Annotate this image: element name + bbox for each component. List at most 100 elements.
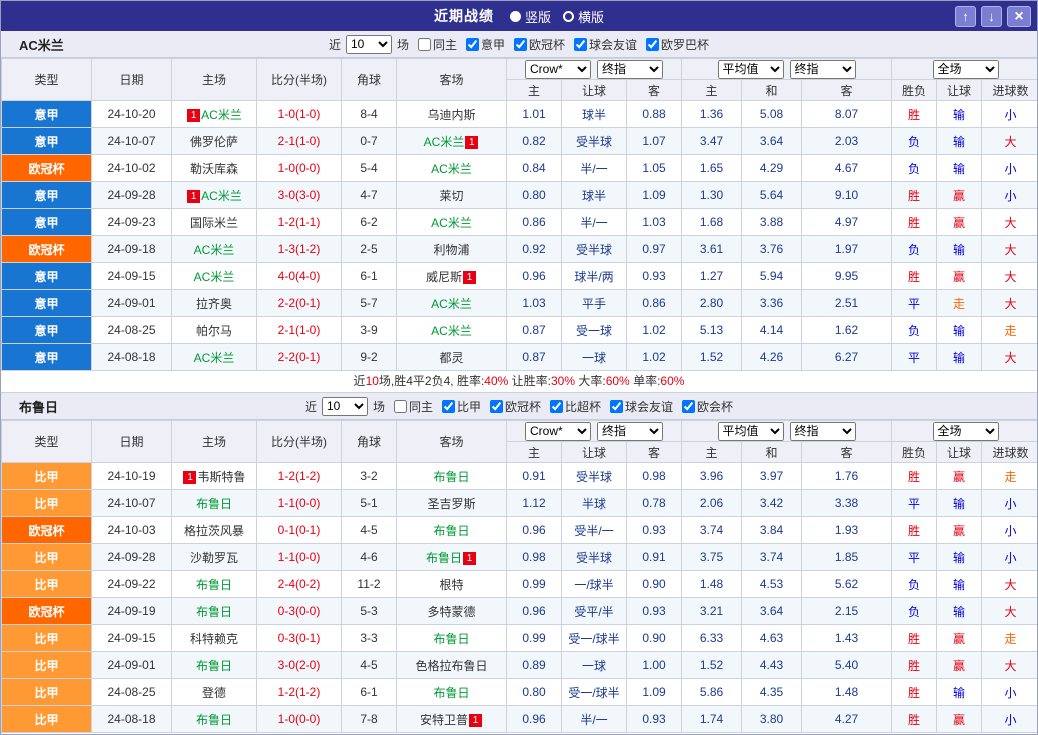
result-handicap-cell: 输 (937, 101, 982, 128)
odds-away-cell: 1.07 (627, 128, 682, 155)
type-cell: 意甲 (2, 263, 92, 290)
filter-checkbox[interactable]: 欧罗巴杯 (646, 36, 709, 53)
checkbox-input[interactable] (394, 400, 407, 413)
filter-near-label: 近 (329, 36, 341, 53)
summary-segment: 让胜率: (508, 374, 551, 388)
scope-select[interactable]: 全场 (933, 422, 999, 441)
corners-cell: 4-7 (342, 182, 397, 209)
filter-checkbox[interactable]: 同主 (418, 36, 457, 53)
checkbox-input[interactable] (418, 38, 431, 51)
corners-cell: 2-5 (342, 236, 397, 263)
team-label: 布鲁日 (196, 659, 232, 673)
result-outcome-cell: 负 (892, 571, 937, 598)
move-up-button[interactable]: ↑ (955, 6, 976, 27)
avg-home-cell: 1.27 (682, 263, 742, 290)
filter-checkbox[interactable]: 比超杯 (550, 398, 601, 415)
select-group-header: Crow* 终指 (507, 59, 682, 80)
checkbox-input[interactable] (610, 400, 623, 413)
odds-away-cell: 0.90 (627, 625, 682, 652)
checkbox-input[interactable] (490, 400, 503, 413)
odds-away-cell: 1.09 (627, 679, 682, 706)
view-option-horizontal[interactable]: 横版 (563, 7, 604, 26)
avg-away-cell: 2.15 (802, 598, 892, 625)
odds-home-cell: 0.98 (507, 544, 562, 571)
filter-checkbox[interactable]: 欧冠杯 (490, 398, 541, 415)
odds-handicap-cell: 一/球半 (562, 571, 627, 598)
score-cell: 1-0(0-0) (257, 706, 342, 733)
filter-checkbox[interactable]: 球会友谊 (610, 398, 673, 415)
date-cell: 24-10-03 (92, 517, 172, 544)
home-team-cell: 帕尔马 (172, 317, 257, 344)
odds-handicap-cell: 受半球 (562, 463, 627, 490)
away-team-cell: AC米兰 (397, 290, 507, 317)
odds-handicap-cell: 半球 (562, 490, 627, 517)
filter-near-label: 近 (305, 398, 317, 415)
match-row: 意甲24-10-07佛罗伦萨2-1(1-0)0-7AC米兰10.82受半球1.0… (2, 128, 1038, 155)
avg-away-cell: 1.97 (802, 236, 892, 263)
filter-checkbox[interactable]: 同主 (394, 398, 433, 415)
team-label: 莱切 (439, 189, 463, 203)
corners-cell: 5-3 (342, 598, 397, 625)
checkbox-input[interactable] (466, 38, 479, 51)
team-label: 佛罗伦萨 (190, 135, 238, 149)
type-cell: 欧冠杯 (2, 598, 92, 625)
match-count-select[interactable]: 10 (346, 35, 392, 54)
date-cell: 24-09-28 (92, 544, 172, 571)
odds-stage-select[interactable]: 终指 (597, 422, 663, 441)
move-down-button[interactable]: ↓ (981, 6, 1002, 27)
avg-stage-select[interactable]: 终指 (790, 422, 856, 441)
odds-away-cell: 1.00 (627, 652, 682, 679)
col-header: 日期 (92, 59, 172, 101)
summary-segment: 单率: (630, 374, 661, 388)
result-goals-cell: 走 (982, 463, 1038, 490)
team-label: 都灵 (439, 351, 463, 365)
checkbox-input[interactable] (514, 38, 527, 51)
odds-handicap-cell: 半/一 (562, 706, 627, 733)
checkbox-label: 欧冠杯 (529, 36, 565, 53)
match-count-select[interactable]: 10 (322, 397, 368, 416)
summary-segment: 大率: (575, 374, 606, 388)
filter-checkbox[interactable]: 意甲 (466, 36, 505, 53)
avg-stage-select[interactable]: 终指 (790, 60, 856, 79)
team-label: 科特赖克 (190, 632, 238, 646)
sections-container: AC米兰近10场同主意甲欧冠杯球会友谊欧罗巴杯类型日期主场比分(半场)角球客场C… (1, 31, 1037, 735)
bookmaker-select[interactable]: Crow* (525, 60, 591, 79)
checkbox-input[interactable] (646, 38, 659, 51)
average-select[interactable]: 平均值 (718, 422, 784, 441)
odds-home-cell: 0.96 (507, 517, 562, 544)
bookmaker-select[interactable]: Crow* (525, 422, 591, 441)
sub-col-header: 客 (627, 442, 682, 463)
checkbox-label: 欧罗巴杯 (661, 36, 709, 53)
avg-away-cell: 1.93 (802, 517, 892, 544)
filter-checkbox[interactable]: 比甲 (442, 398, 481, 415)
odds-stage-select[interactable]: 终指 (597, 60, 663, 79)
home-team-cell: 布鲁日 (172, 571, 257, 598)
filter-checkbox[interactable]: 欧冠杯 (514, 36, 565, 53)
sub-col-header: 让球 (937, 442, 982, 463)
result-handicap-cell: 赢 (937, 209, 982, 236)
filter-checkbox[interactable]: 球会友谊 (574, 36, 637, 53)
checkbox-input[interactable] (550, 400, 563, 413)
away-team-cell: 威尼斯1 (397, 263, 507, 290)
col-header: 客场 (397, 59, 507, 101)
match-row: 意甲24-10-201AC米兰1-0(1-0)8-4乌迪内斯1.01球半0.88… (2, 101, 1038, 128)
scope-select[interactable]: 全场 (933, 60, 999, 79)
filter-checkbox[interactable]: 欧会杯 (682, 398, 733, 415)
card-badge: 1 (465, 136, 478, 149)
avg-home-cell: 3.61 (682, 236, 742, 263)
away-team-cell: 根特 (397, 571, 507, 598)
odds-home-cell: 0.82 (507, 128, 562, 155)
checkbox-input[interactable] (682, 400, 695, 413)
checkbox-input[interactable] (574, 38, 587, 51)
close-button[interactable]: × (1007, 6, 1031, 27)
checkbox-input[interactable] (442, 400, 455, 413)
avg-home-cell: 1.30 (682, 182, 742, 209)
type-cell: 意甲 (2, 290, 92, 317)
date-cell: 24-09-15 (92, 263, 172, 290)
score-cell: 1-2(1-2) (257, 463, 342, 490)
average-select[interactable]: 平均值 (718, 60, 784, 79)
sub-col-header: 客 (802, 442, 892, 463)
view-option-vertical[interactable]: 竖版 (510, 7, 551, 26)
avg-home-cell: 3.75 (682, 544, 742, 571)
team-label: 安特卫普 (420, 713, 468, 727)
